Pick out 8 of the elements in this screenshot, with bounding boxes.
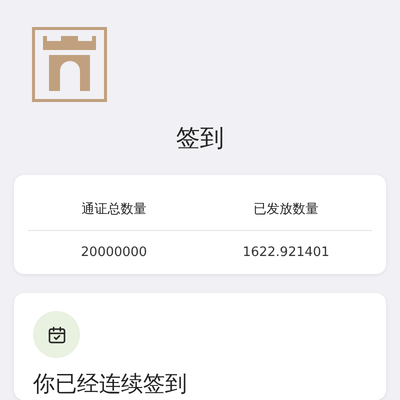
page-title: 签到: [175, 123, 225, 154]
castle-logo-icon: [32, 27, 107, 102]
calendar-check-icon: [33, 311, 80, 358]
column-header: 通证总数量: [80, 200, 148, 218]
table-cell-text: 20000000: [80, 245, 148, 260]
column-header: 已发放数量: [252, 200, 320, 218]
table-cell-text: 1622.921401: [242, 245, 330, 260]
checkin-heading: 你已经连续签到: [33, 372, 188, 398]
